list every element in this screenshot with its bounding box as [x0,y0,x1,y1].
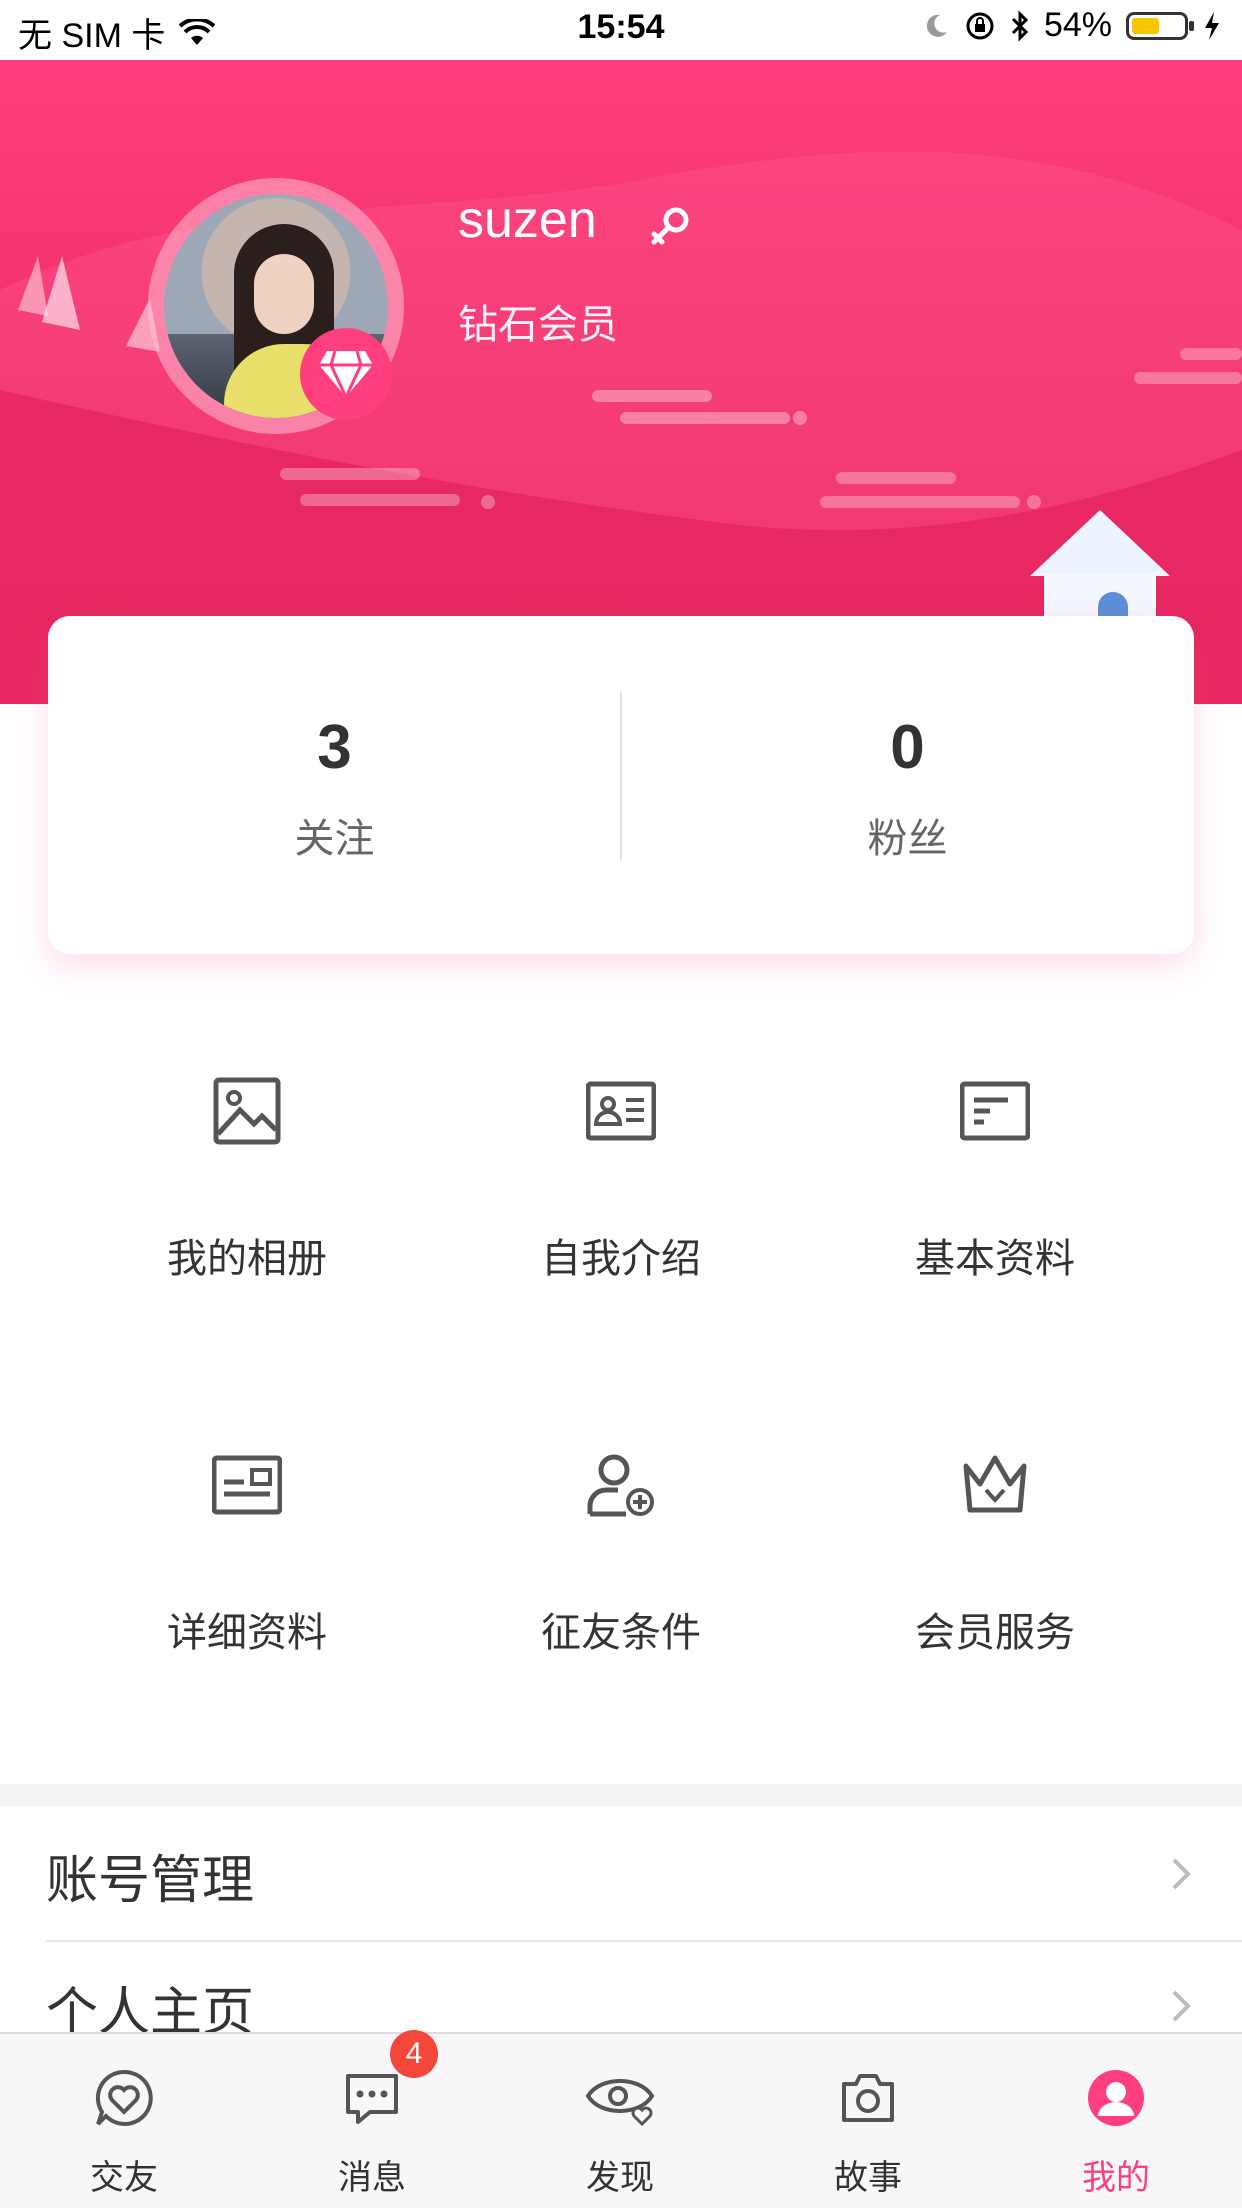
grid-item-friend-criteria[interactable]: 征友条件 [434,1450,808,1750]
stat-label: 关注 [294,817,375,861]
tab-bar: 交友 4 消息 发现 故事 我的 [0,2030,1242,2210]
tab-discover[interactable]: 发现 [496,2034,744,2210]
eye-heart-icon [585,2079,655,2127]
diamond-icon [300,328,392,420]
stat-fans[interactable]: 0 粉丝 [621,616,1194,954]
stat-value: 3 [317,713,352,782]
tab-label: 我的 [1082,2159,1150,2197]
stat-label: 粉丝 [867,817,948,861]
unread-badge: 4 [390,2030,438,2078]
rotation-lock-icon [966,12,994,39]
image-icon [213,1077,281,1145]
moon-icon [926,14,947,37]
tab-label: 发现 [586,2159,654,2197]
crown-icon [963,1455,1027,1513]
bluetooth-icon [1011,9,1029,42]
tab-friends[interactable]: 交友 [0,2034,248,2210]
grid-label: 会员服务 [915,1611,1075,1655]
tab-label: 消息 [338,2159,406,2197]
grid-label: 征友条件 [541,1611,701,1655]
tab-label: 故事 [834,2159,902,2197]
status-right: 54% [922,6,1222,45]
stat-value: 0 [890,713,925,782]
battery-percent: 54% [1043,6,1112,44]
user-icon [1088,2070,1144,2126]
chevron-right-icon [1172,1858,1191,1890]
charging-icon [1205,11,1219,40]
heart-chat-icon [95,2069,153,2126]
profile-card-icon [212,1455,282,1515]
status-bar: 无 SIM 卡 15:54 54% [0,0,1242,60]
username: suzen [458,191,597,249]
grid-item-membership[interactable]: 会员服务 [808,1450,1182,1750]
grid-label: 自我介绍 [541,1237,701,1281]
stats-card: 3 关注 0 粉丝 [48,616,1194,954]
message-icon [346,2074,398,2124]
stat-following[interactable]: 3 关注 [48,616,621,954]
tab-stories[interactable]: 故事 [744,2034,992,2210]
profile-header: suzen 钻石会员 [0,60,1242,704]
grid-label: 我的相册 [167,1237,327,1281]
tab-messages[interactable]: 4 消息 [248,2030,496,2210]
grid-item-album[interactable]: 我的相册 [60,1076,434,1376]
camera-icon [842,2074,894,2122]
tab-me[interactable]: 我的 [992,2034,1240,2210]
member-level: 钻石会员 [458,303,618,347]
list-item-account[interactable]: 账号管理 [0,1808,1242,1938]
grid-label: 详细资料 [167,1611,327,1655]
battery-icon [1126,11,1194,40]
add-person-icon [587,1454,654,1517]
section-divider [0,1784,1242,1806]
list-label: 账号管理 [46,1852,255,1910]
id-card-icon [586,1081,656,1141]
document-icon [960,1081,1030,1141]
grid-item-intro[interactable]: 自我介绍 [434,1076,808,1376]
grid-item-basic-info[interactable]: 基本资料 [808,1076,1182,1376]
chevron-right-icon [1172,1990,1191,2022]
tab-label: 交友 [90,2159,158,2197]
grid-label: 基本资料 [915,1237,1075,1281]
grid-item-detail-info[interactable]: 详细资料 [60,1450,434,1750]
female-icon [651,207,689,245]
